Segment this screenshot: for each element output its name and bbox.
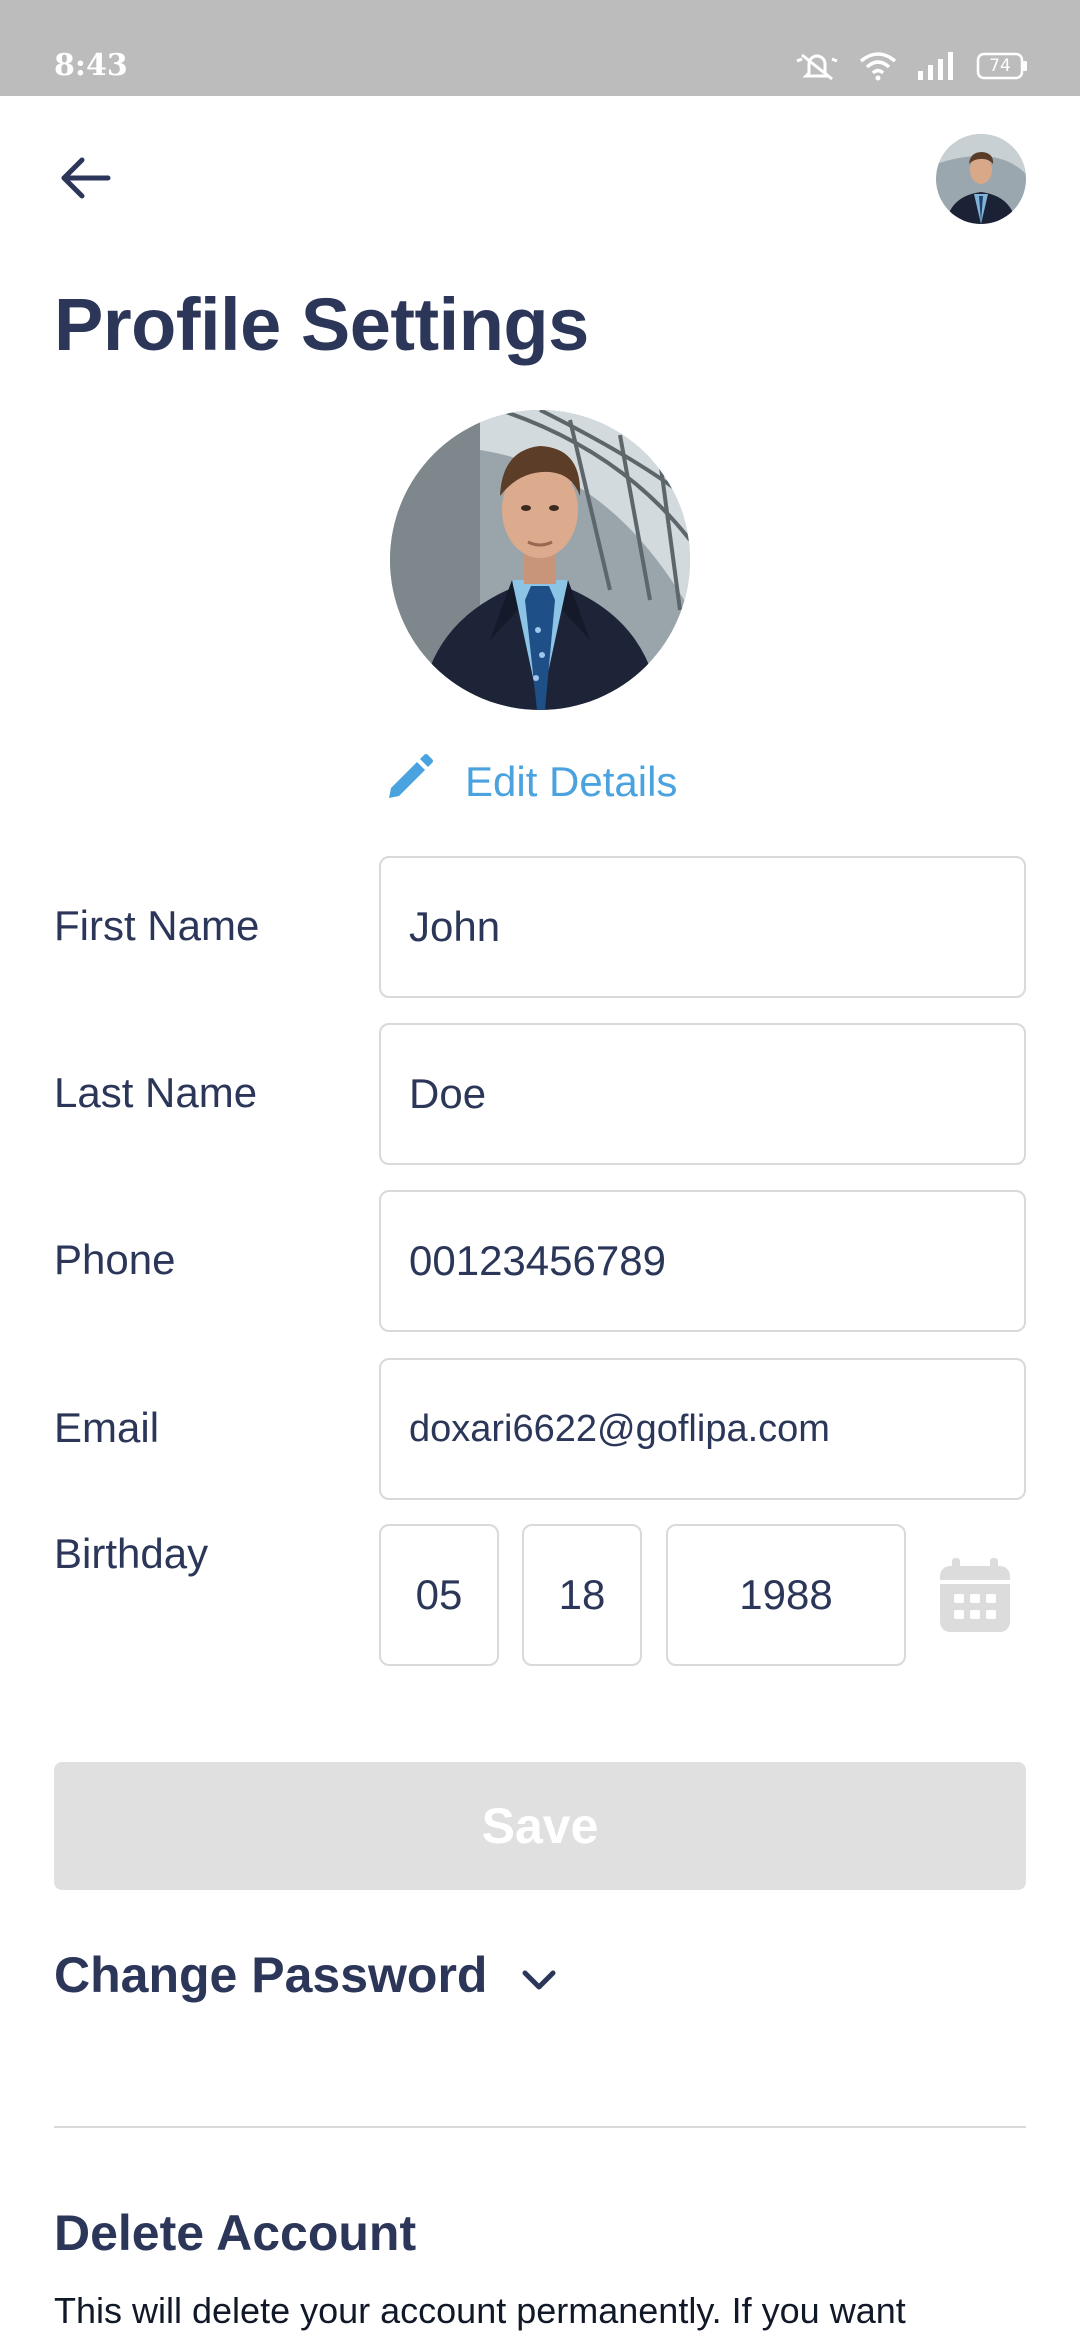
last-name-label: Last Name <box>54 1069 258 1116</box>
email-label: Email <box>54 1404 160 1451</box>
first-name-field[interactable]: John <box>379 856 1026 998</box>
user-avatar-image <box>936 134 1026 224</box>
edit-details-button[interactable]: Edit Details <box>385 752 677 812</box>
status-icons: 74 <box>794 48 1028 84</box>
divider <box>54 2126 1026 2128</box>
phone-label: Phone <box>54 1236 176 1283</box>
birthday-year-field[interactable]: 1988 <box>666 1524 906 1666</box>
page-title: Profile Settings <box>54 283 589 366</box>
last-name-field[interactable]: Doe <box>379 1023 1026 1165</box>
delete-account-description: This will delete your account permanentl… <box>54 2290 906 2331</box>
birthday-day-field[interactable]: 18 <box>522 1524 642 1666</box>
status-bar: 8:43 74 <box>0 0 1080 96</box>
chevron-down-icon <box>521 1946 557 2004</box>
change-password-label: Change Password <box>54 1947 488 2003</box>
calendar-icon[interactable] <box>938 1556 1012 1634</box>
delete-account-title: Delete Account <box>54 2205 417 2261</box>
birthday-label: Birthday <box>54 1530 209 1577</box>
phone-field[interactable]: 00123456789 <box>379 1190 1026 1332</box>
back-button[interactable] <box>50 150 120 210</box>
profile-photo[interactable] <box>390 410 690 710</box>
status-time: 8:43 <box>54 48 128 83</box>
signal-icon <box>916 51 958 81</box>
change-password-toggle[interactable]: Change Password <box>54 1940 557 2010</box>
email-field[interactable]: doxari6622@goflipa.com <box>379 1358 1026 1500</box>
arrow-left-icon <box>58 155 112 206</box>
battery-level: 74 <box>989 56 1011 76</box>
wifi-icon <box>858 51 898 81</box>
battery-icon: 74 <box>976 52 1028 80</box>
edit-details-label: Edit Details <box>465 758 678 805</box>
save-button[interactable]: Save <box>54 1762 1026 1890</box>
mute-icon <box>794 51 840 81</box>
birthday-month-field[interactable]: 05 <box>379 1524 499 1666</box>
header-avatar[interactable] <box>936 134 1026 224</box>
profile-photo-image <box>390 410 690 710</box>
pencil-icon <box>385 752 435 812</box>
first-name-label: First Name <box>54 902 260 949</box>
